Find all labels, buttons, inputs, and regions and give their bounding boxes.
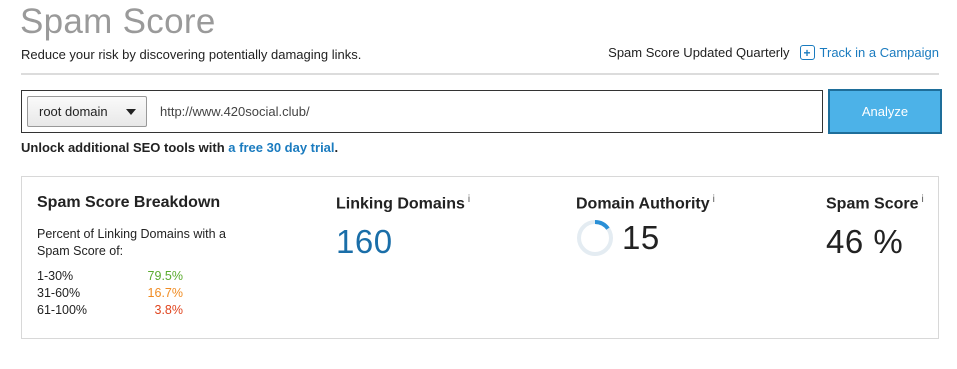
url-input[interactable]: [160, 104, 800, 119]
free-trial-link[interactable]: a free 30 day trial: [228, 140, 334, 155]
trial-promo-text: Unlock additional SEO tools with: [21, 140, 229, 155]
domain-authority-metric: Domain Authority i 15: [576, 194, 715, 257]
range-value: 3.8%: [154, 303, 184, 317]
breakdown-row: 31-60% 16.7%: [37, 285, 247, 302]
spam-score-label: Spam Score: [826, 195, 919, 213]
domain-type-select[interactable]: root domain: [27, 96, 147, 127]
breakdown-row: 61-100% 3.8%: [37, 302, 247, 319]
track-in-campaign-link[interactable]: + Track in a Campaign: [799, 45, 939, 60]
domain-authority-heading: Domain Authority i: [576, 194, 715, 213]
spam-score-breakdown: Spam Score Breakdown Percent of Linking …: [37, 194, 247, 319]
page-subtitle: Reduce your risk by discovering potentia…: [21, 47, 362, 62]
update-frequency-text: Spam Score Updated Quarterly: [608, 45, 790, 60]
spam-score-heading: Spam Score i: [826, 194, 924, 213]
range-value: 79.5%: [147, 269, 183, 283]
track-in-campaign-label: Track in a Campaign: [819, 45, 939, 60]
plus-square-icon: +: [799, 45, 815, 60]
domain-authority-gauge: [577, 220, 613, 257]
trial-promo: Unlock additional SEO tools with a free …: [21, 140, 338, 155]
range-label: 31-60%: [37, 286, 81, 300]
header-divider: [21, 73, 939, 75]
linking-domains-label: Linking Domains: [336, 195, 465, 213]
domain-authority-label: Domain Authority: [576, 195, 710, 213]
linking-domains-heading: Linking Domains i: [336, 194, 470, 213]
range-value: 16.7%: [147, 286, 183, 300]
header-actions: Spam Score Updated Quarterly + Track in …: [608, 45, 939, 60]
breakdown-row: 1-30% 79.5%: [37, 268, 247, 285]
info-icon[interactable]: i: [921, 194, 923, 205]
results-panel: Spam Score Breakdown Percent of Linking …: [21, 176, 939, 339]
linking-domains-value: 160: [336, 223, 393, 261]
chevron-down-icon: [126, 108, 136, 115]
breakdown-description: Percent of Linking Domains with a Spam S…: [37, 227, 226, 258]
domain-authority-row: 15: [576, 219, 715, 257]
trial-promo-suffix: .: [334, 140, 339, 155]
info-icon[interactable]: i: [713, 194, 715, 205]
range-label: 1-30%: [37, 269, 74, 283]
linking-domains-metric: Linking Domains i 160: [336, 194, 470, 261]
analyze-button[interactable]: Analyze: [828, 89, 942, 134]
search-bar: root domain: [21, 90, 823, 133]
info-icon[interactable]: i: [468, 194, 470, 205]
breakdown-heading: Spam Score Breakdown: [37, 194, 221, 211]
domain-authority-value: 15: [622, 219, 660, 257]
page-title: Spam Score: [20, 2, 216, 41]
spam-score-metric: Spam Score i 46 %: [826, 194, 924, 261]
range-label: 61-100%: [37, 303, 88, 317]
breakdown-ranges: 1-30% 79.5% 31-60% 16.7% 61-100% 3.8%: [37, 268, 247, 319]
domain-type-value: root domain: [39, 104, 108, 119]
spam-score-value: 46 %: [826, 223, 904, 261]
